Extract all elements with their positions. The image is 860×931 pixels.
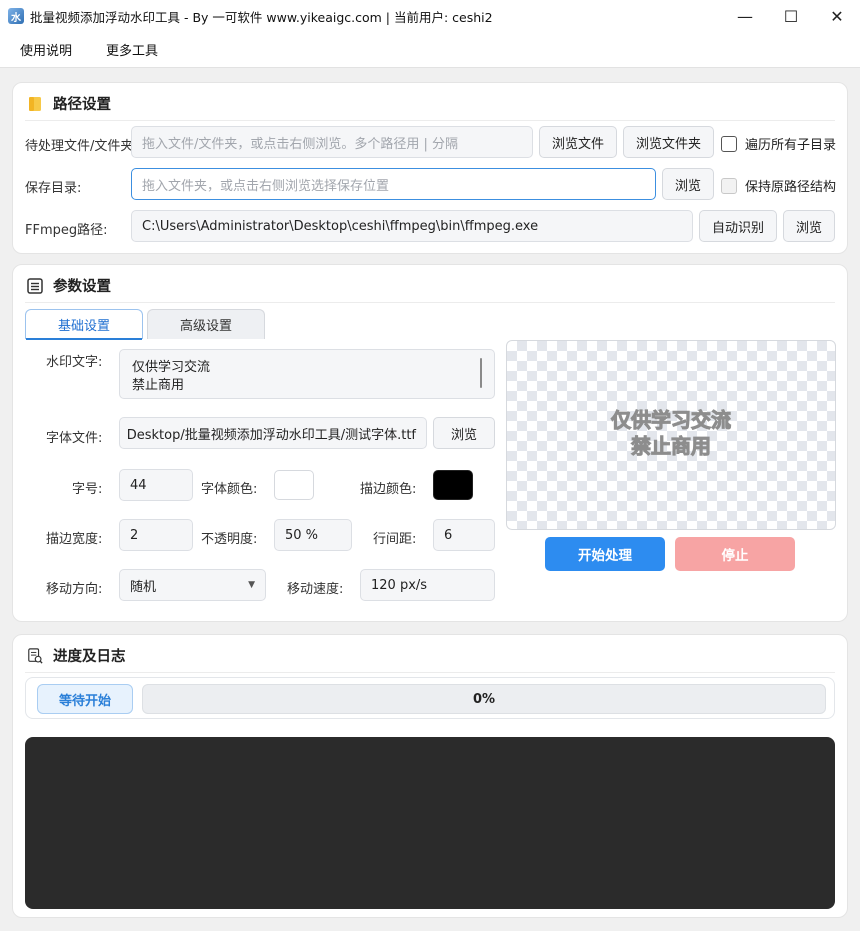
progress-log-panel: 进度及日志 等待开始 0%: [12, 634, 848, 918]
stroke-color-swatch[interactable]: [433, 470, 473, 500]
checkbox-box[interactable]: [721, 177, 737, 194]
font-color-swatch[interactable]: [274, 470, 314, 500]
speed-input[interactable]: 120 px/s: [360, 569, 495, 601]
param-settings-title: 参数设置: [27, 275, 111, 296]
opacity-label: 不透明度:: [201, 532, 258, 547]
direction-label: 移动方向:: [46, 582, 103, 597]
save-dir-browse-button[interactable]: 浏览: [662, 168, 714, 200]
tab-basic-settings[interactable]: 基础设置: [25, 309, 143, 340]
path-settings-panel: 路径设置 待处理文件/文件夹: 拖入文件/文件夹，或点击右侧浏览。多个路径用 |…: [12, 82, 848, 254]
start-processing-button[interactable]: 开始处理: [545, 537, 665, 571]
direction-select[interactable]: 随机 ▼: [119, 569, 266, 601]
progress-log-title: 进度及日志: [27, 645, 126, 666]
progress-row: 等待开始 0%: [25, 677, 835, 719]
status-badge: 等待开始: [37, 684, 133, 714]
log-document-icon: [27, 647, 43, 664]
app-logo-icon: 水: [8, 8, 24, 24]
source-path-label: 待处理文件/文件夹:: [25, 139, 138, 154]
divider: [25, 302, 835, 303]
window-title: 批量视频添加浮动水印工具 - By 一可软件 www.yikeaigc.com …: [30, 9, 493, 25]
line-spacing-input[interactable]: 6: [433, 519, 495, 551]
progress-percent: 0%: [472, 691, 496, 707]
param-settings-panel: 参数设置 基础设置 高级设置 水印文字: 仅供学习交流 禁止商用 字体文件: D…: [12, 264, 848, 622]
browse-file-button[interactable]: 浏览文件: [539, 126, 617, 158]
close-button[interactable]: ✕: [814, 0, 860, 32]
menu-item-more-tools[interactable]: 更多工具: [92, 40, 172, 59]
progress-bar: 0%: [142, 684, 826, 714]
menu-item-help[interactable]: 使用说明: [6, 40, 86, 59]
text-scrollbar[interactable]: [480, 358, 482, 388]
font-file-label: 字体文件:: [46, 431, 103, 446]
preview-text: 仅供学习交流 禁止商用: [611, 408, 732, 459]
auto-detect-button[interactable]: 自动识别: [699, 210, 777, 242]
speed-label: 移动速度:: [287, 582, 344, 597]
save-dir-input[interactable]: 拖入文件夹，或点击右侧浏览选择保存位置: [131, 168, 656, 200]
stroke-color-label: 描边颜色:: [360, 482, 417, 497]
checkbox-box[interactable]: [721, 135, 737, 152]
stop-button[interactable]: 停止: [675, 537, 795, 571]
list-icon: [27, 277, 43, 294]
font-browse-button[interactable]: 浏览: [433, 417, 495, 449]
maximize-button[interactable]: ☐: [768, 0, 814, 32]
path-settings-title: 路径设置: [27, 93, 111, 114]
stroke-width-input[interactable]: 2: [119, 519, 193, 551]
keep-structure-checkbox[interactable]: 保持原路径结构: [721, 176, 836, 195]
folder-icon: [27, 96, 43, 112]
browse-folder-button[interactable]: 浏览文件夹: [623, 126, 714, 158]
log-output[interactable]: [25, 737, 835, 909]
ffmpeg-path-input[interactable]: C:\Users\Administrator\Desktop\ceshi\ffm…: [131, 210, 693, 242]
tab-advanced-settings[interactable]: 高级设置: [147, 309, 265, 339]
font-color-label: 字体颜色:: [201, 482, 258, 497]
watermark-preview: 仅供学习交流 禁止商用: [506, 340, 836, 530]
font-size-label: 字号:: [72, 482, 103, 497]
watermark-text-label: 水印文字:: [46, 355, 103, 370]
save-dir-label: 保存目录:: [25, 181, 82, 196]
ffmpeg-path-label: FFmpeg路径:: [25, 223, 108, 238]
menu-bar: 使用说明 更多工具: [0, 32, 860, 68]
divider: [25, 120, 835, 121]
minimize-button[interactable]: —: [722, 0, 768, 32]
title-bar: 水 批量视频添加浮动水印工具 - By 一可软件 www.yikeaigc.co…: [0, 0, 860, 32]
font-size-input[interactable]: 44: [119, 469, 193, 501]
source-path-input[interactable]: 拖入文件/文件夹，或点击右侧浏览。多个路径用 | 分隔: [131, 126, 533, 158]
watermark-text-input[interactable]: 仅供学习交流 禁止商用: [119, 349, 495, 399]
stroke-width-label: 描边宽度:: [46, 532, 103, 547]
chevron-down-icon: ▼: [248, 580, 255, 590]
ffmpeg-browse-button[interactable]: 浏览: [783, 210, 835, 242]
recurse-subdirs-checkbox[interactable]: 遍历所有子目录: [721, 134, 836, 153]
font-file-input[interactable]: Desktop/批量视频添加浮动水印工具/测试字体.ttf: [119, 417, 427, 449]
divider: [25, 672, 835, 673]
line-spacing-label: 行间距:: [373, 532, 417, 547]
opacity-input[interactable]: 50 %: [274, 519, 352, 551]
